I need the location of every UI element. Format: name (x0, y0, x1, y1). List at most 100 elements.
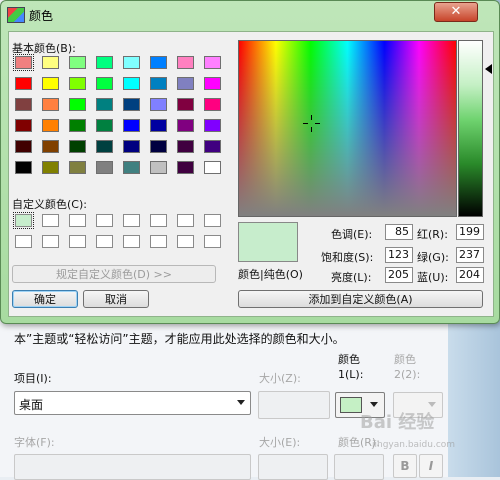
basic-color-swatch[interactable] (177, 56, 194, 69)
basic-color-swatch[interactable] (42, 77, 59, 90)
basic-color-swatch[interactable] (15, 161, 32, 174)
crosshair-icon[interactable] (303, 115, 320, 132)
basic-color-swatch[interactable] (204, 98, 221, 111)
basic-color-swatch[interactable] (69, 77, 86, 90)
custom-color-swatch[interactable] (177, 214, 194, 227)
close-button[interactable]: ✕ (434, 2, 478, 22)
custom-color-swatch[interactable] (69, 235, 86, 248)
basic-color-swatch[interactable] (150, 77, 167, 90)
green-input[interactable]: 237 (456, 247, 484, 263)
basic-color-swatch[interactable] (177, 77, 194, 90)
custom-color-swatch[interactable] (150, 235, 167, 248)
custom-color-swatch[interactable] (204, 235, 221, 248)
basic-color-swatch[interactable] (177, 98, 194, 111)
basic-color-swatch[interactable] (96, 56, 113, 69)
basic-color-swatch[interactable] (15, 140, 32, 153)
basic-color-swatch[interactable] (96, 161, 113, 174)
basic-color-swatch[interactable] (204, 77, 221, 90)
watermark-url: jingyan.baidu.com (372, 440, 456, 450)
basic-color-swatch[interactable] (204, 140, 221, 153)
basic-color-swatch[interactable] (96, 140, 113, 153)
description-text: 本”主题或“轻松访问”主题，才能应用此处选择的颜色和大小。 (14, 332, 345, 346)
custom-color-swatch[interactable] (177, 235, 194, 248)
blue-label: 蓝(U): (417, 271, 449, 284)
red-input[interactable]: 199 (456, 224, 484, 240)
basic-color-swatch[interactable] (69, 161, 86, 174)
basic-color-swatch[interactable] (42, 161, 59, 174)
luminance-input[interactable]: 205 (385, 267, 413, 283)
basic-color-swatch[interactable] (13, 54, 34, 71)
basic-color-swatch[interactable] (204, 161, 221, 174)
basic-color-swatch[interactable] (150, 140, 167, 153)
basic-color-swatch[interactable] (177, 119, 194, 132)
item-select[interactable]: 桌面 (14, 391, 251, 415)
luminance-label: 亮度(L): (331, 271, 372, 284)
basic-color-swatch[interactable] (69, 56, 86, 69)
add-to-custom-colors-button[interactable]: 添加到自定义颜色(A) (238, 290, 483, 308)
color-solid-label: 颜色|纯色(O) (238, 268, 303, 281)
basic-color-swatch[interactable] (42, 98, 59, 111)
custom-color-swatch[interactable] (13, 212, 34, 229)
basic-color-swatch[interactable] (96, 119, 113, 132)
custom-color-swatch[interactable] (15, 235, 32, 248)
color1-swatch (340, 397, 362, 413)
custom-color-swatch[interactable] (123, 235, 140, 248)
custom-color-swatch[interactable] (123, 214, 140, 227)
basic-color-swatch[interactable] (69, 119, 86, 132)
blue-input[interactable]: 204 (456, 267, 484, 283)
basic-color-swatch[interactable] (42, 140, 59, 153)
size-spinner (258, 391, 330, 419)
basic-color-swatch[interactable] (123, 77, 140, 90)
basic-color-swatch[interactable] (15, 119, 32, 132)
basic-color-swatch[interactable] (42, 119, 59, 132)
basic-color-swatch[interactable] (69, 140, 86, 153)
basic-color-swatch[interactable] (42, 56, 59, 69)
luminance-pointer-icon[interactable] (485, 64, 492, 74)
color-spectrum[interactable] (238, 40, 457, 217)
hue-input[interactable]: 85 (385, 224, 413, 240)
basic-color-swatch[interactable] (123, 56, 140, 69)
title-bar[interactable]: 颜色 ✕ (1, 1, 499, 29)
basic-color-swatch[interactable] (96, 77, 113, 90)
item-label: 项目(I): (14, 372, 52, 385)
saturation-label: 饱和度(S): (321, 251, 374, 264)
font-color-button (334, 454, 384, 480)
custom-color-swatch[interactable] (204, 214, 221, 227)
basic-color-swatch[interactable] (150, 161, 167, 174)
watermark-logo: Bai 经验 (360, 412, 435, 433)
basic-color-swatch[interactable] (150, 119, 167, 132)
basic-color-swatch[interactable] (123, 98, 140, 111)
basic-color-swatch[interactable] (123, 140, 140, 153)
chevron-down-icon (370, 402, 378, 407)
saturation-input[interactable]: 123 (385, 247, 413, 263)
basic-color-swatch[interactable] (150, 98, 167, 111)
ok-button[interactable]: 确定 (12, 290, 78, 308)
chevron-down-icon (428, 402, 436, 407)
basic-color-swatch[interactable] (123, 161, 140, 174)
basic-color-swatch[interactable] (204, 56, 221, 69)
luminance-slider[interactable] (458, 40, 483, 217)
cancel-button[interactable]: 取消 (83, 290, 149, 308)
chevron-down-icon (237, 400, 245, 405)
palette-icon (7, 7, 25, 23)
color2-label: 颜色 2(2): (394, 353, 421, 381)
basic-color-swatch[interactable] (177, 140, 194, 153)
basic-color-swatch[interactable] (123, 119, 140, 132)
basic-color-swatch[interactable] (15, 98, 32, 111)
basic-color-swatch[interactable] (177, 161, 194, 174)
custom-color-swatch[interactable] (69, 214, 86, 227)
custom-color-swatch[interactable] (96, 214, 113, 227)
basic-color-swatch[interactable] (204, 119, 221, 132)
basic-color-swatch[interactable] (96, 98, 113, 111)
hue-label: 色调(E): (331, 228, 373, 241)
basic-color-swatch[interactable] (15, 77, 32, 90)
italic-button: I (419, 454, 443, 478)
custom-color-swatch[interactable] (150, 214, 167, 227)
custom-color-swatch[interactable] (96, 235, 113, 248)
color-preview (238, 222, 298, 262)
custom-color-swatch[interactable] (42, 214, 59, 227)
font-select (14, 454, 251, 480)
basic-color-swatch[interactable] (150, 56, 167, 69)
basic-color-swatch[interactable] (69, 98, 86, 111)
custom-color-swatch[interactable] (42, 235, 59, 248)
